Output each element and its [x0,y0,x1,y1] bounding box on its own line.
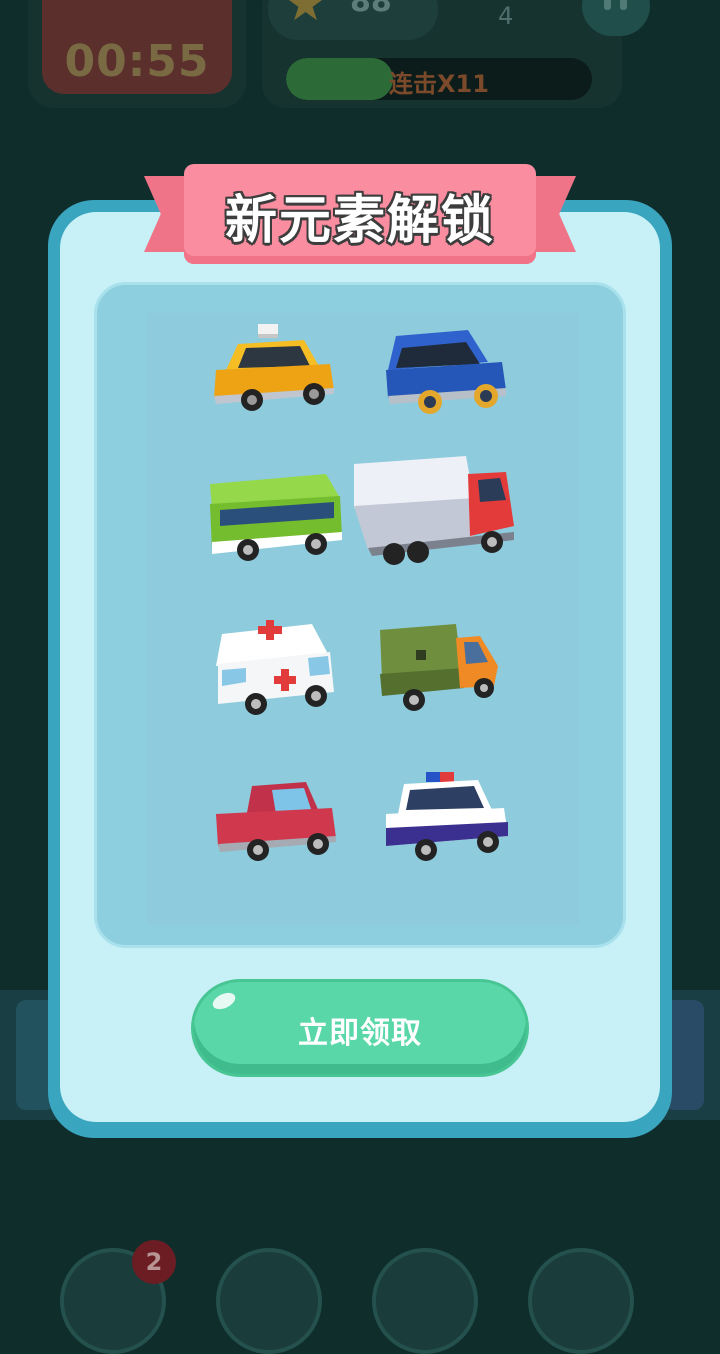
police-car-icon [386,772,508,861]
military-truck-icon [380,624,498,711]
timer-text: 00:55 [64,36,210,87]
timer-card: 00:55 [28,0,246,108]
score-value: 88 [350,0,392,19]
pause-icon [604,0,611,10]
vehicle-grid-panel [94,282,626,948]
level-value: 4 [498,2,514,30]
combo-label: 连击X11 [389,70,489,98]
taxi-icon [214,324,334,411]
bottom-slot-3 [372,1248,478,1354]
truck-icon [354,456,514,565]
bottom-slot-2 [216,1248,322,1354]
star-icon: ★ [284,0,328,32]
pause-icon-bar [620,0,627,10]
modal-title: 新元素解锁 [224,191,495,251]
title-ribbon: 新元素解锁 [184,164,536,264]
pickup-truck-icon [216,782,336,861]
bus-icon [210,474,342,561]
notification-badge: 2 [132,1240,176,1284]
claim-now-button[interactable]: 立即领取 [194,982,526,1074]
timer-panel: 00:55 [42,0,232,94]
blue-suv-icon [386,330,506,414]
claim-button-label: 立即领取 [298,1016,422,1051]
ambulance-icon [216,620,334,715]
bottom-slot-4 [528,1248,634,1354]
combo-bar: 连击X11 [286,58,592,100]
